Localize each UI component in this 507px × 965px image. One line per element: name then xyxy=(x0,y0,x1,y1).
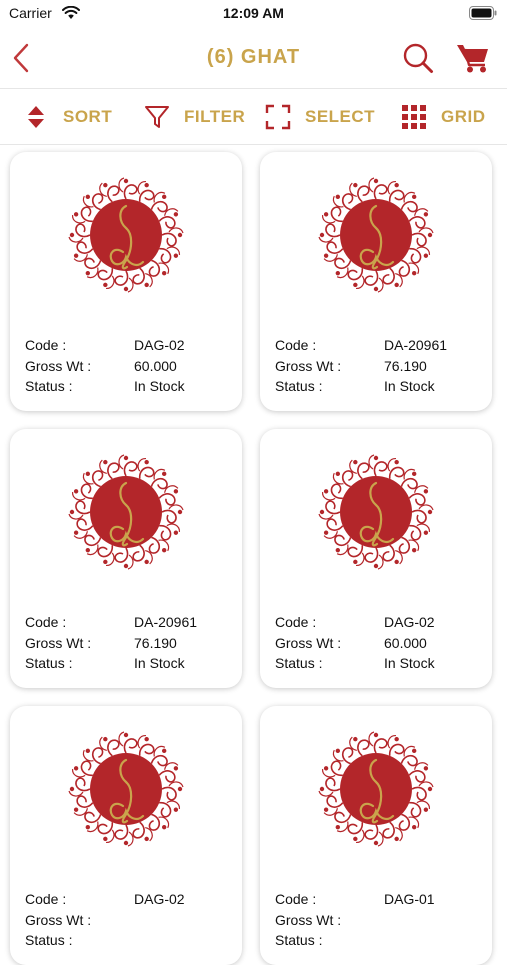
code-value: DAG-02 xyxy=(384,614,435,630)
product-info: Code : DA-20961 Gross Wt : 76.190 Status… xyxy=(275,335,447,397)
code-row: Code : DAG-02 xyxy=(25,335,185,356)
code-row: Code : DA-20961 xyxy=(275,335,447,356)
gross-wt-row: Gross Wt : 76.190 xyxy=(25,633,197,654)
product-card[interactable]: Code : DA-20961 Gross Wt : 76.190 Status… xyxy=(260,152,492,411)
gross-wt-label: Gross Wt : xyxy=(25,357,92,374)
product-info: Code : DAG-02 Gross Wt : Status : xyxy=(25,889,185,951)
status-bar: Carrier 12:09 AM xyxy=(0,0,507,28)
gross-wt-label: Gross Wt : xyxy=(25,911,92,928)
code-label: Code : xyxy=(25,337,67,353)
filter-label: FILTER xyxy=(184,106,246,126)
code-label: Code : xyxy=(25,891,67,907)
grid-label: GRID xyxy=(441,106,486,126)
brand-logo-icon xyxy=(63,726,189,852)
product-card[interactable]: Code : DAG-02 Gross Wt : Status : xyxy=(10,706,242,965)
status-label: Status : xyxy=(275,655,323,671)
code-value: DA-20961 xyxy=(134,614,198,630)
grid-icon xyxy=(401,104,427,130)
product-card[interactable]: Code : DAG-01 Gross Wt : Status : xyxy=(260,706,492,965)
gross-wt-label: Gross Wt : xyxy=(25,634,92,651)
status-label: Status : xyxy=(25,378,73,394)
status-row: Status : In Stock xyxy=(25,653,197,674)
brand-logo-icon xyxy=(313,172,439,298)
code-row: Code : DA-20961 xyxy=(25,612,197,633)
product-card[interactable]: Code : DAG-02 Gross Wt : 60.000 Status :… xyxy=(260,429,492,688)
sort-icon xyxy=(23,104,49,130)
brand-logo-icon xyxy=(313,449,439,575)
status-row: Status : In Stock xyxy=(275,376,447,397)
status-row: Status : In Stock xyxy=(25,376,185,397)
code-value: DAG-02 xyxy=(134,337,185,353)
status-value: In Stock xyxy=(134,378,185,394)
gross-wt-row: Gross Wt : 60.000 xyxy=(275,633,435,654)
brand-logo-icon xyxy=(63,449,189,575)
gross-wt-label: Gross Wt : xyxy=(275,634,342,651)
status-row: Status : xyxy=(25,930,185,951)
filter-icon xyxy=(144,104,170,130)
gross-wt-value: 60.000 xyxy=(134,357,177,374)
gross-wt-row: Gross Wt : xyxy=(25,910,185,931)
code-row: Code : DAG-02 xyxy=(275,612,435,633)
gross-wt-label: Gross Wt : xyxy=(275,911,342,928)
status-label: Status : xyxy=(25,655,73,671)
nav-bar: (6) GHAT xyxy=(0,30,507,86)
select-label: SELECT xyxy=(305,106,376,126)
code-value: DA-20961 xyxy=(384,337,448,353)
status-row: Status : xyxy=(275,930,435,951)
product-card[interactable]: Code : DAG-02 Gross Wt : 60.000 Status :… xyxy=(10,152,242,411)
gross-wt-value: 76.190 xyxy=(134,634,177,651)
select-button[interactable]: SELECT xyxy=(265,89,375,144)
code-value: DAG-02 xyxy=(134,891,185,907)
gross-wt-value: 76.190 xyxy=(384,357,427,374)
status-value: In Stock xyxy=(384,655,435,671)
brand-logo-icon xyxy=(63,172,189,298)
status-label: Status : xyxy=(275,378,323,394)
product-info: Code : DA-20961 Gross Wt : 76.190 Status… xyxy=(25,612,197,674)
toolbar: SORT FILTER SELECT GRID xyxy=(0,88,507,145)
cart-icon[interactable] xyxy=(456,42,490,74)
sort-label: SORT xyxy=(63,106,113,126)
code-row: Code : DAG-02 xyxy=(25,889,185,910)
brand-logo-icon xyxy=(313,726,439,852)
code-label: Code : xyxy=(275,614,317,630)
product-info: Code : DAG-02 Gross Wt : 60.000 Status :… xyxy=(25,335,185,397)
gross-wt-row: Gross Wt : 60.000 xyxy=(25,356,185,377)
product-card[interactable]: Code : DA-20961 Gross Wt : 76.190 Status… xyxy=(10,429,242,688)
code-value: DAG-01 xyxy=(384,891,435,907)
code-row: Code : DAG-01 xyxy=(275,889,435,910)
product-info: Code : DAG-02 Gross Wt : 60.000 Status :… xyxy=(275,612,435,674)
status-label: Status : xyxy=(275,932,323,948)
gross-wt-value: 60.000 xyxy=(384,634,427,651)
battery-icon xyxy=(469,6,497,23)
gross-wt-row: Gross Wt : 76.190 xyxy=(275,356,447,377)
search-icon[interactable] xyxy=(402,42,434,74)
code-label: Code : xyxy=(275,891,317,907)
filter-button[interactable]: FILTER xyxy=(144,89,245,144)
status-row: Status : In Stock xyxy=(275,653,435,674)
sort-button[interactable]: SORT xyxy=(23,89,112,144)
status-value: In Stock xyxy=(384,378,435,394)
grid-button[interactable]: GRID xyxy=(401,89,486,144)
select-icon xyxy=(265,104,291,130)
status-value: In Stock xyxy=(134,655,185,671)
code-label: Code : xyxy=(25,614,67,630)
status-label: Status : xyxy=(25,932,73,948)
gross-wt-row: Gross Wt : xyxy=(275,910,435,931)
product-info: Code : DAG-01 Gross Wt : Status : xyxy=(275,889,435,951)
gross-wt-label: Gross Wt : xyxy=(275,357,342,374)
code-label: Code : xyxy=(275,337,317,353)
clock: 12:09 AM xyxy=(223,5,284,21)
